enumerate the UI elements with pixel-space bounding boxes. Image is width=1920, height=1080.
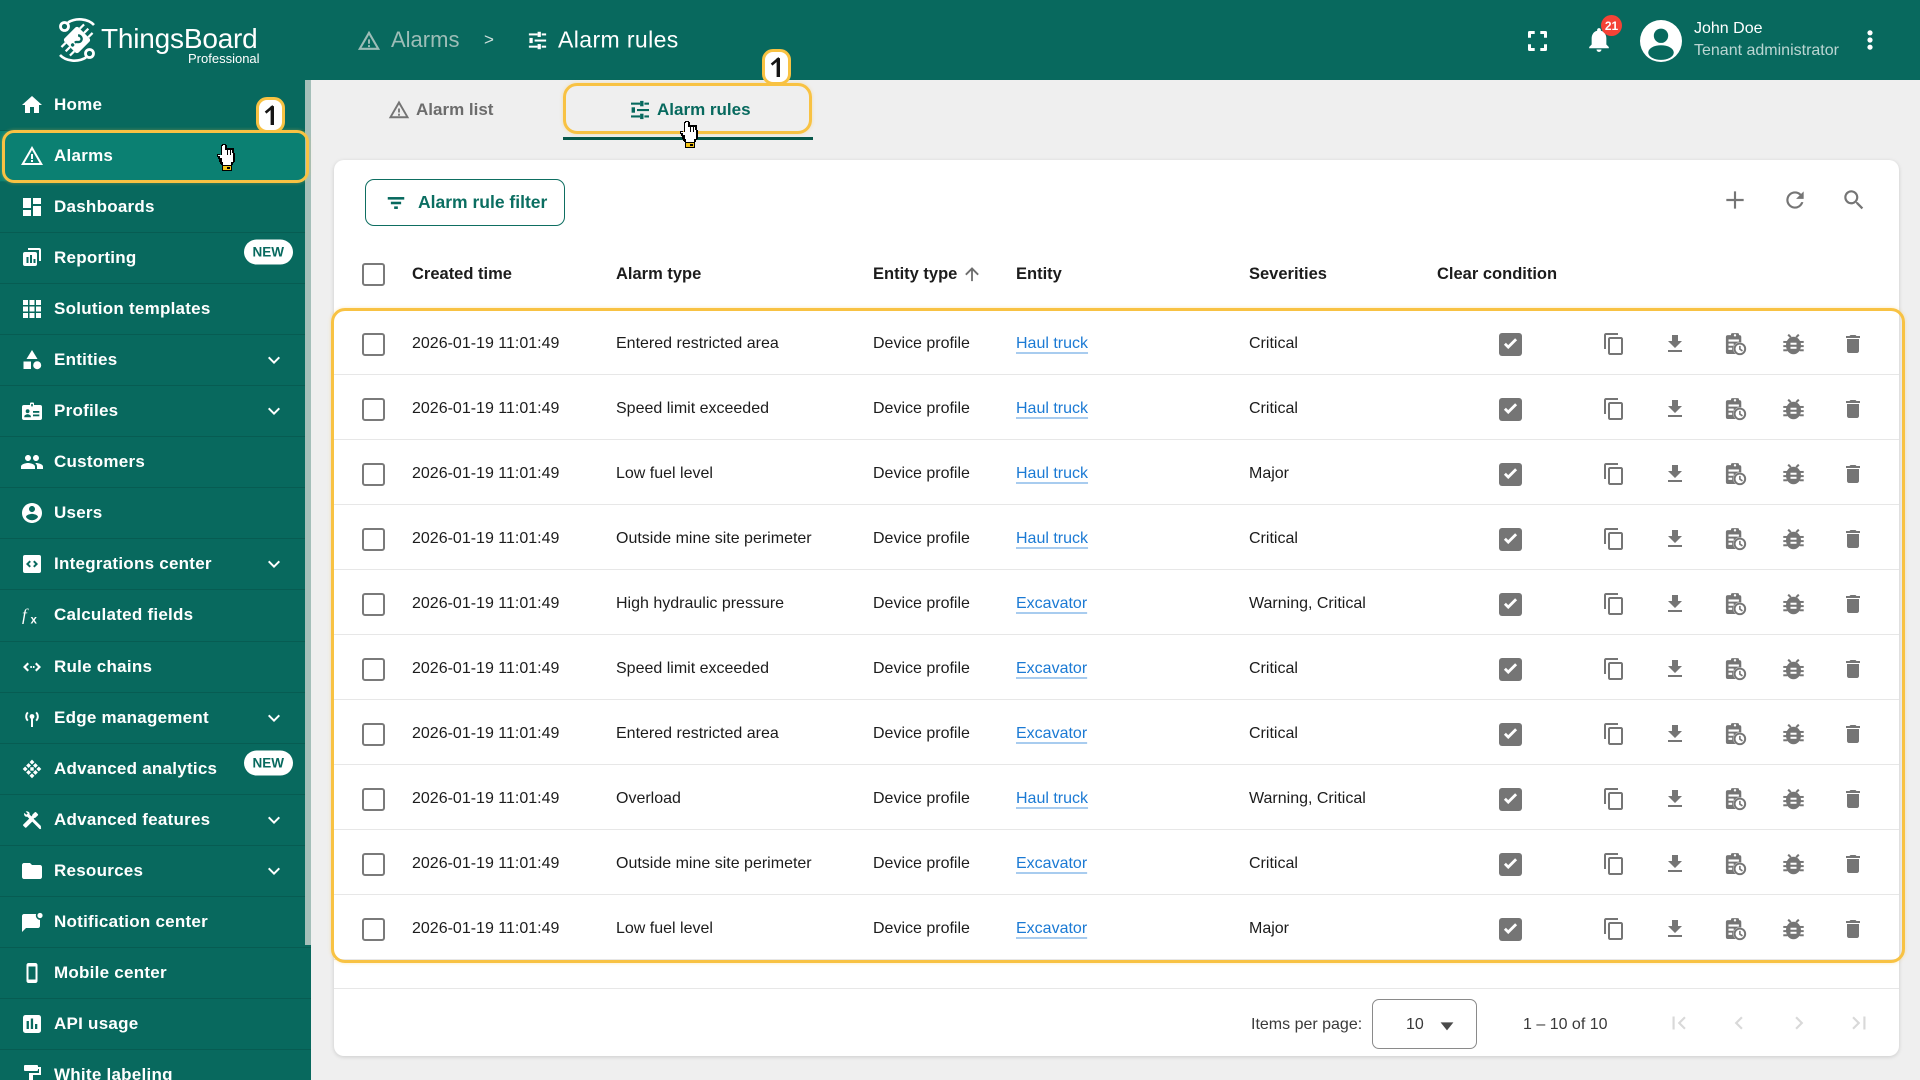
svg-text:f: f [22, 606, 29, 625]
svg-text:x: x [30, 615, 37, 627]
